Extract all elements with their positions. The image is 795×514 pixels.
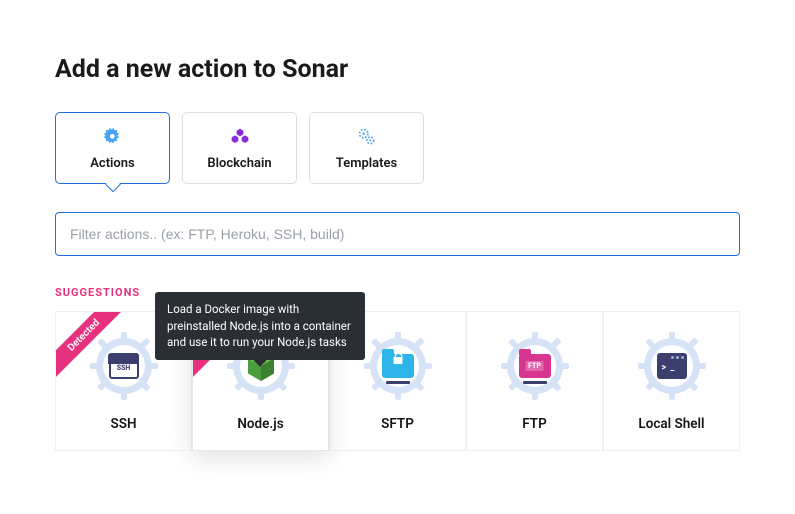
tab-label: Templates xyxy=(336,156,397,171)
card-title: Node.js xyxy=(237,416,283,432)
ftp-icon: FTP xyxy=(499,330,571,402)
tab-label: Actions xyxy=(90,156,135,171)
tab-label: Blockchain xyxy=(207,156,271,171)
card-local-shell[interactable]: Local Shell xyxy=(603,311,740,451)
card-title: Local Shell xyxy=(638,416,704,432)
ssh-icon: SSH xyxy=(88,330,160,402)
tab-templates[interactable]: Templates xyxy=(309,112,424,184)
card-title: SSH xyxy=(110,416,136,432)
tab-bar: Actions Blockchain Templates xyxy=(55,112,740,184)
gears-icon xyxy=(356,126,378,148)
page-title: Add a new action to Sonar xyxy=(55,55,740,84)
card-ftp[interactable]: FTP FTP xyxy=(466,311,603,451)
cubes-icon xyxy=(229,126,251,148)
tab-actions[interactable]: Actions xyxy=(55,112,170,184)
filter-input[interactable] xyxy=(55,212,740,256)
tooltip: Load a Docker image with preinstalled No… xyxy=(155,292,365,360)
card-title: FTP xyxy=(522,416,547,432)
sftp-icon xyxy=(362,330,434,402)
shell-icon xyxy=(636,330,708,402)
tab-blockchain[interactable]: Blockchain xyxy=(182,112,297,184)
card-title: SFTP xyxy=(381,416,414,432)
gear-icon xyxy=(102,126,124,148)
